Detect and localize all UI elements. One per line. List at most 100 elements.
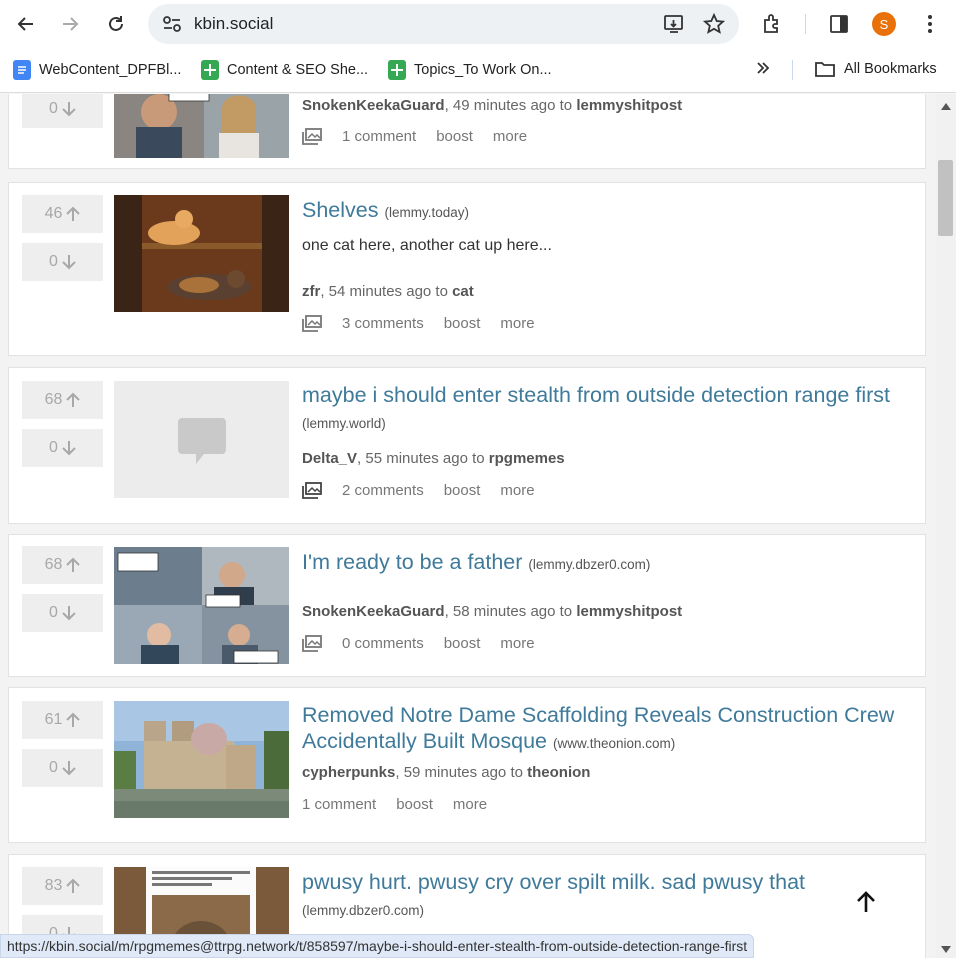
upvote-count: 83 — [44, 877, 63, 894]
post-thumbnail[interactable] — [114, 701, 289, 818]
all-bookmarks-button[interactable]: All Bookmarks — [815, 60, 937, 78]
post-actions: 1 comment boost more — [302, 128, 547, 145]
downvote-button[interactable]: 0 — [22, 749, 103, 787]
magazine-link[interactable]: cat — [452, 283, 474, 300]
post-domain[interactable]: (lemmy.world) — [302, 416, 386, 431]
magazine-link[interactable]: theonion — [527, 764, 590, 781]
post-title[interactable]: Shelves (lemmy.today) — [302, 197, 915, 226]
install-app-icon[interactable] — [663, 13, 685, 40]
scrollbar-thumb[interactable] — [938, 160, 953, 236]
docs-icon — [13, 60, 31, 80]
gallery-icon[interactable] — [302, 128, 322, 145]
extensions-icon[interactable] — [760, 12, 784, 36]
author-link[interactable]: SnokenKeekaGuard — [302, 603, 445, 620]
more-link[interactable]: more — [453, 796, 487, 813]
address-bar[interactable]: kbin.social — [148, 4, 739, 44]
gallery-icon[interactable] — [302, 482, 322, 499]
scroll-down-arrow-icon[interactable] — [941, 946, 951, 953]
more-link[interactable]: more — [500, 635, 534, 652]
scroll-to-top-button[interactable] — [850, 886, 882, 918]
downvote-button[interactable]: 0 — [22, 94, 103, 128]
post-domain[interactable]: (www.theonion.com) — [553, 736, 675, 751]
upvote-button[interactable]: 46 — [22, 195, 103, 233]
reload-button[interactable] — [99, 7, 133, 41]
browser-toolbar: kbin.social S — [0, 0, 956, 48]
all-bookmarks-label: All Bookmarks — [844, 61, 937, 77]
boost-link[interactable]: boost — [396, 796, 433, 813]
post-title-text[interactable]: Shelves — [302, 198, 379, 222]
arrow-up-icon — [66, 712, 81, 727]
comments-link[interactable]: 1 comment — [302, 796, 376, 813]
author-link[interactable]: SnokenKeekaGuard — [302, 97, 445, 114]
downvote-button[interactable]: 0 — [22, 429, 103, 467]
bookmark-item[interactable]: Topics_To Work On... — [388, 60, 552, 80]
back-button[interactable] — [9, 7, 43, 41]
comments-link[interactable]: 3 comments — [342, 315, 424, 332]
side-panel-icon[interactable] — [827, 12, 851, 36]
post-thumbnail[interactable] — [114, 94, 289, 158]
upvote-button[interactable]: 83 — [22, 867, 103, 905]
arrow-up-icon — [66, 557, 81, 572]
magazine-link[interactable]: rpgmemes — [489, 450, 565, 467]
post-title-text[interactable]: pwusy hurt. pwusy cry over spilt milk. s… — [302, 870, 805, 894]
forward-button[interactable] — [53, 7, 87, 41]
upvote-button[interactable]: 61 — [22, 701, 103, 739]
url-text[interactable]: kbin.social — [194, 14, 273, 34]
downvote-count: 0 — [49, 759, 58, 776]
bookmark-item[interactable]: WebContent_DPFBl... — [13, 60, 181, 80]
post-actions: 2 comments boost more — [302, 482, 555, 499]
post-domain[interactable]: (lemmy.dbzer0.com) — [302, 903, 424, 918]
downvote-button[interactable]: 0 — [22, 594, 103, 632]
post-thumbnail[interactable] — [114, 547, 289, 664]
scroll-up-arrow-icon[interactable] — [941, 103, 951, 110]
gallery-icon[interactable] — [302, 315, 322, 332]
gallery-icon[interactable] — [302, 635, 322, 652]
arrow-down-icon — [62, 441, 76, 456]
boost-link[interactable]: boost — [444, 482, 481, 499]
post-title[interactable]: maybe i should enter stealth from outsid… — [302, 382, 915, 437]
bookmark-label: WebContent_DPFBl... — [39, 62, 182, 78]
upvote-count: 68 — [44, 391, 63, 408]
author-link[interactable]: zfr — [302, 283, 320, 300]
post-card: 61 0 Removed Notre Dame Scaffolding Reve… — [8, 687, 926, 843]
bookmark-star-icon[interactable] — [702, 12, 726, 40]
arrow-up-icon — [66, 392, 81, 407]
downvote-button[interactable]: 0 — [22, 243, 103, 281]
upvote-count: 61 — [44, 711, 63, 728]
more-link[interactable]: more — [493, 128, 527, 145]
post-title-text[interactable]: maybe i should enter stealth from outsid… — [302, 383, 890, 407]
boost-link[interactable]: boost — [436, 128, 473, 145]
upvote-button[interactable]: 68 — [22, 381, 103, 419]
bookmark-item[interactable]: Content & SEO She... — [201, 60, 368, 80]
magazine-link[interactable]: lemmyshitpost — [576, 97, 682, 114]
post-domain[interactable]: (lemmy.dbzer0.com) — [528, 557, 650, 572]
more-link[interactable]: more — [500, 315, 534, 332]
post-thumbnail-placeholder[interactable] — [114, 381, 289, 498]
more-bookmarks-button[interactable] — [755, 60, 771, 76]
post-title[interactable]: pwusy hurt. pwusy cry over spilt milk. s… — [302, 869, 833, 895]
comments-link[interactable]: 1 comment — [342, 128, 416, 145]
magazine-link[interactable]: lemmyshitpost — [576, 603, 682, 620]
downvote-count: 0 — [49, 604, 58, 621]
author-link[interactable]: Delta_V — [302, 450, 357, 467]
post-domain[interactable]: (lemmy.today) — [384, 205, 469, 220]
profile-avatar[interactable]: S — [872, 12, 896, 36]
upvote-count: 68 — [44, 556, 63, 573]
author-link[interactable]: cypherpunks — [302, 764, 395, 781]
page-scrollbar[interactable] — [936, 94, 956, 958]
post-title[interactable]: I'm ready to be a father (lemmy.dbzer0.c… — [302, 549, 915, 578]
site-settings-icon[interactable] — [162, 14, 182, 34]
comments-link[interactable]: 2 comments — [342, 482, 424, 499]
post-title[interactable]: Removed Notre Dame Scaffolding Reveals C… — [302, 702, 915, 757]
more-link[interactable]: more — [500, 482, 534, 499]
boost-link[interactable]: boost — [444, 315, 481, 332]
upvote-button[interactable]: 68 — [22, 546, 103, 584]
reload-icon — [109, 16, 123, 31]
post-title-text[interactable]: I'm ready to be a father — [302, 550, 522, 574]
post-thumbnail[interactable] — [114, 195, 289, 312]
post-meta: zfr, 54 minutes ago to cat — [302, 283, 474, 300]
arrow-down-icon — [62, 606, 76, 621]
boost-link[interactable]: boost — [444, 635, 481, 652]
comments-link[interactable]: 0 comments — [342, 635, 424, 652]
menu-kebab-icon[interactable] — [918, 12, 942, 36]
